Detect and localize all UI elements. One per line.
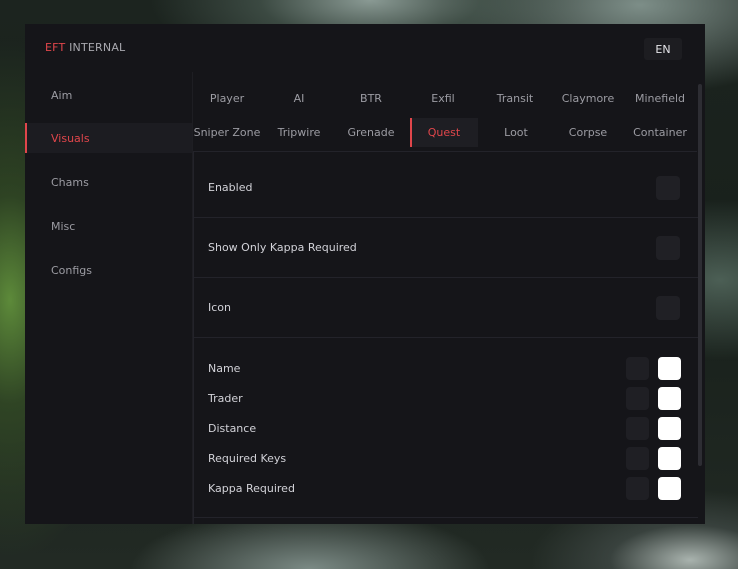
sidebar-item-misc[interactable]: Misc (25, 211, 193, 241)
sidebar: Aim Visuals Chams Misc Configs (25, 72, 193, 524)
icon-checkbox[interactable] (656, 296, 680, 320)
tab-quest[interactable]: Quest (410, 118, 478, 147)
setting-label: Trader (208, 391, 243, 405)
enabled-checkbox[interactable] (656, 176, 680, 200)
sidebar-item-aim[interactable]: Aim (25, 80, 193, 110)
setting-row-enabled: Enabled (194, 158, 698, 218)
sidebar-item-label: Chams (51, 175, 89, 189)
sidebar-item-label: Misc (51, 219, 76, 233)
title-bar: EFT INTERNAL EN (25, 24, 705, 72)
tab-claymore[interactable]: Claymore (554, 84, 622, 113)
tab-player[interactable]: Player (193, 84, 261, 113)
required-keys-checkbox[interactable] (626, 447, 649, 470)
app-title-accent: EFT (45, 41, 66, 54)
tab-btr[interactable]: BTR (337, 84, 405, 113)
category-tabs: Player AI BTR Exfil Transit Claymore Min… (193, 84, 697, 152)
scrollbar-thumb[interactable] (698, 84, 702, 466)
tab-sniper-zone[interactable]: Sniper Zone (193, 118, 261, 147)
tab-ai[interactable]: AI (265, 84, 333, 113)
setting-row-distance: Distance (194, 413, 698, 443)
language-button[interactable]: EN (644, 38, 682, 60)
settings-panel: Enabled Show Only Kappa Required Icon Na… (193, 151, 698, 524)
sidebar-item-chams[interactable]: Chams (25, 167, 193, 197)
sidebar-item-label: Configs (51, 263, 93, 277)
cheat-menu-window: EFT INTERNAL EN Aim Visuals Chams Misc C… (25, 24, 705, 524)
sidebar-item-visuals[interactable]: Visuals (25, 123, 193, 153)
required-keys-color-swatch[interactable] (658, 447, 681, 470)
tab-tripwire[interactable]: Tripwire (265, 118, 333, 147)
app-title: EFT INTERNAL (45, 41, 125, 54)
distance-checkbox[interactable] (626, 417, 649, 440)
show-only-kappa-checkbox[interactable] (656, 236, 680, 260)
kappa-required-color-swatch[interactable] (658, 477, 681, 500)
setting-row-icon: Icon (194, 278, 698, 338)
sidebar-item-label: Aim (51, 88, 73, 102)
distance-color-swatch[interactable] (658, 417, 681, 440)
tab-transit[interactable]: Transit (481, 84, 549, 113)
name-checkbox[interactable] (626, 357, 649, 380)
trader-checkbox[interactable] (626, 387, 649, 410)
setting-label: Show Only Kappa Required (208, 241, 357, 254)
tab-grenade[interactable]: Grenade (337, 118, 405, 147)
display-options-group: Name Trader Distance Required Keys Kappa (194, 338, 698, 518)
setting-label: Name (208, 361, 241, 375)
sidebar-item-configs[interactable]: Configs (25, 255, 193, 285)
tab-loot[interactable]: Loot (482, 118, 550, 147)
setting-row-kappa-required: Kappa Required (194, 473, 698, 503)
setting-row-name: Name (194, 353, 698, 383)
app-title-rest: INTERNAL (69, 41, 126, 54)
setting-label: Kappa Required (208, 481, 295, 495)
setting-row-show-only-kappa: Show Only Kappa Required (194, 218, 698, 278)
tab-container[interactable]: Container (626, 118, 694, 147)
setting-label: Icon (208, 301, 231, 314)
sidebar-item-label: Visuals (51, 131, 90, 145)
setting-label: Enabled (208, 181, 253, 194)
kappa-required-checkbox[interactable] (626, 477, 649, 500)
tab-minefield[interactable]: Minefield (626, 84, 694, 113)
setting-row-required-keys: Required Keys (194, 443, 698, 473)
setting-label: Required Keys (208, 451, 287, 465)
name-color-swatch[interactable] (658, 357, 681, 380)
tab-corpse[interactable]: Corpse (554, 118, 622, 147)
setting-label: Distance (208, 421, 257, 435)
trader-color-swatch[interactable] (658, 387, 681, 410)
setting-row-trader: Trader (194, 383, 698, 413)
tab-exfil[interactable]: Exfil (409, 84, 477, 113)
